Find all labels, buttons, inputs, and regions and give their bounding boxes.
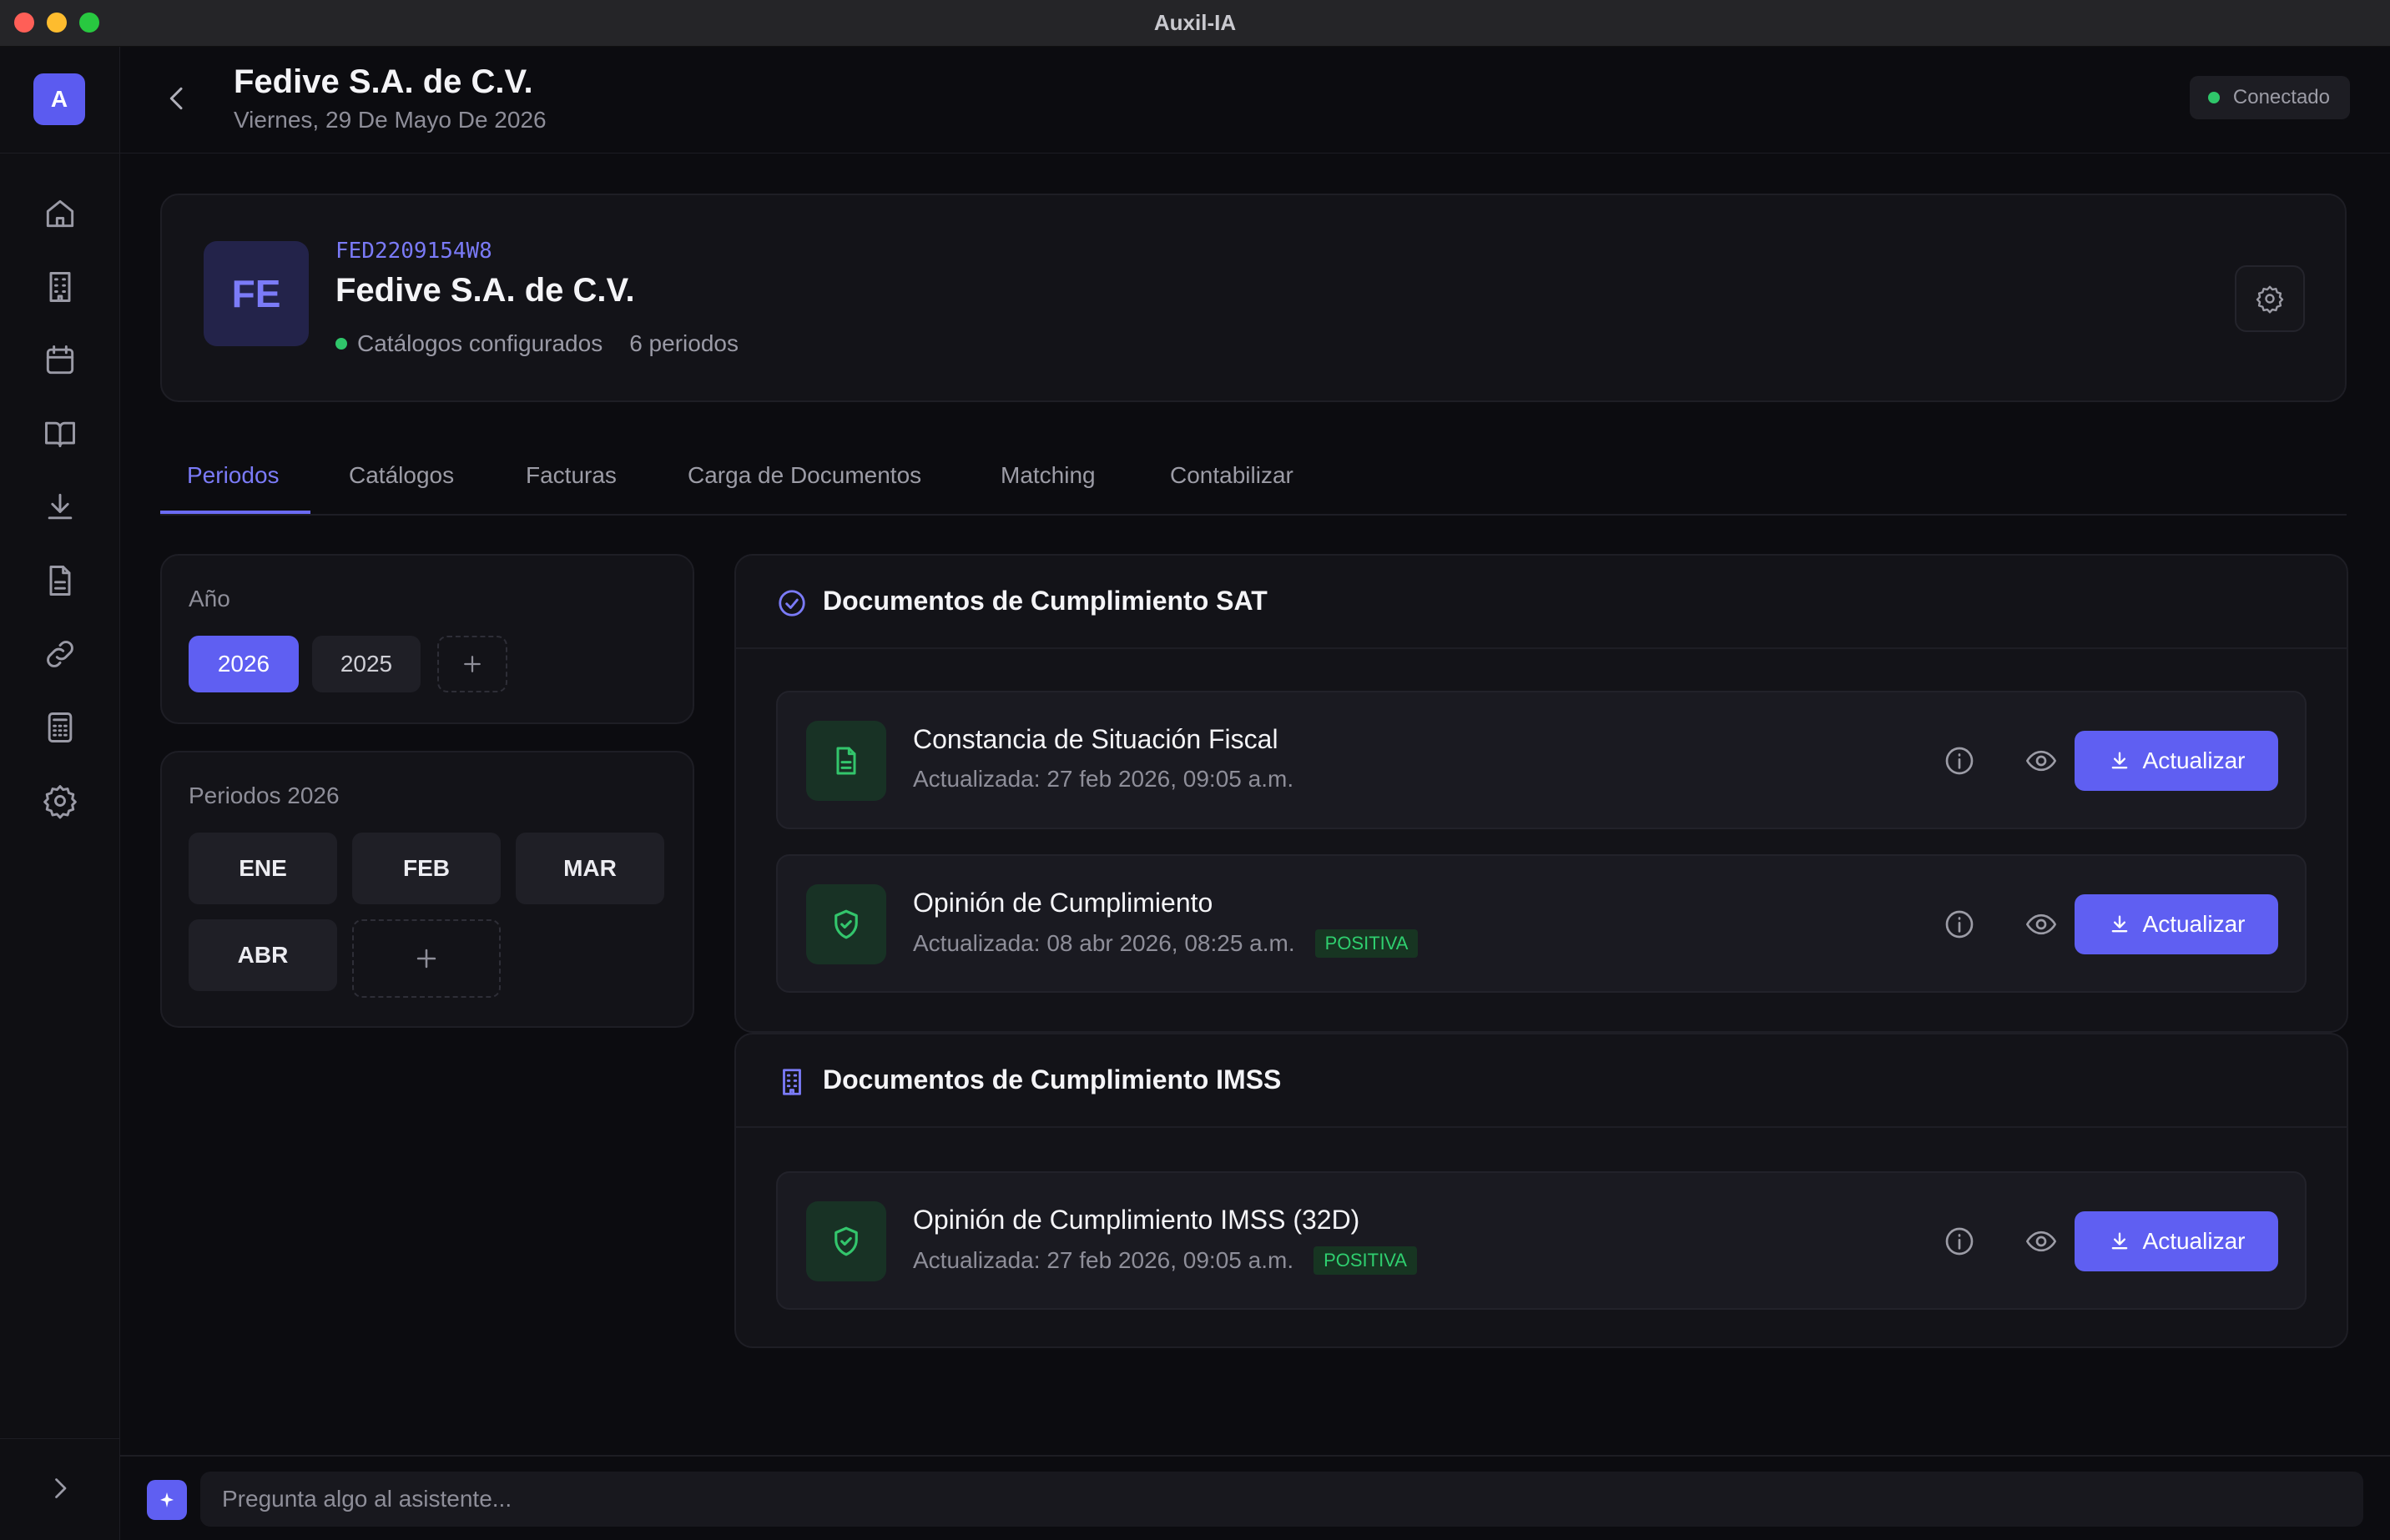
imss-compliance-section: Documentos de Cumplimiento IMSS Opinión …	[734, 1033, 2348, 1348]
document-row: Opinión de Cumplimiento Actualizada: 08 …	[776, 854, 2307, 993]
active-tab-indicator	[160, 511, 310, 514]
document-row: Constancia de Situación Fiscal Actualiza…	[776, 691, 2307, 829]
year-label: Año	[189, 586, 230, 611]
company-meta: Catálogos configurados 6 periodos	[335, 330, 739, 357]
year-card: Año 2026 2025	[160, 554, 694, 724]
eye-icon[interactable]	[2024, 908, 2058, 941]
update-button[interactable]: Actualizar	[2075, 1211, 2278, 1271]
sparkle-icon[interactable]	[147, 1480, 187, 1520]
calendar-icon[interactable]	[42, 342, 78, 379]
page-date: Viernes, 29 De Mayo De 2026	[234, 107, 547, 133]
building-icon	[776, 1066, 808, 1098]
page-header: Fedive S.A. de C.V. Viernes, 29 De Mayo …	[120, 47, 2390, 153]
section-header: Documentos de Cumplimiento SAT	[736, 556, 2347, 649]
document-row: Opinión de Cumplimiento IMSS (32D) Actua…	[776, 1171, 2307, 1310]
company-settings-button[interactable]	[2235, 265, 2305, 332]
catalog-status-dot	[335, 338, 347, 350]
status-badge: POSITIVA	[1314, 929, 1419, 958]
download-icon	[2111, 1232, 2127, 1250]
status-label: Conectado	[2232, 86, 2330, 108]
document-title: Constancia de Situación Fiscal	[913, 724, 1278, 754]
title-bar: Auxil-IA	[0, 0, 2390, 47]
chevron-left-icon[interactable]	[160, 82, 194, 115]
tab-periodos[interactable]: Periodos	[187, 462, 280, 489]
month-abr-button[interactable]: ABR	[189, 919, 337, 991]
periods-card: Periodos 2026 ENE FEB MAR ABR	[160, 751, 694, 1028]
plus-icon	[416, 949, 436, 969]
status-badge: POSITIVA	[1313, 1246, 1417, 1275]
month-feb-button[interactable]: FEB	[352, 833, 501, 904]
download-icon[interactable]	[42, 489, 78, 526]
assistant-chat-bar	[120, 1455, 2390, 1540]
home-icon[interactable]	[42, 195, 78, 232]
file-text-icon	[806, 721, 886, 801]
document-updated: Actualizada: 08 abr 2026, 08:25 a.m. POS…	[913, 929, 1419, 958]
month-ene-button[interactable]: ENE	[189, 833, 337, 904]
user-avatar[interactable]: A	[33, 73, 85, 125]
year-2025-button[interactable]: 2025	[312, 636, 421, 692]
update-button-label: Actualizar	[2142, 747, 2246, 773]
calculator-icon[interactable]	[42, 709, 78, 746]
section-header: Documentos de Cumplimiento IMSS	[736, 1034, 2347, 1128]
page-title: Fedive S.A. de C.V.	[234, 63, 533, 100]
update-button[interactable]: Actualizar	[2075, 894, 2278, 954]
month-mar-button[interactable]: MAR	[516, 833, 664, 904]
plus-icon	[464, 656, 481, 672]
connection-status-badge: Conectado	[2189, 76, 2350, 119]
download-icon	[2111, 915, 2127, 933]
company-avatar: FE	[204, 241, 309, 346]
shield-check-icon	[806, 1201, 886, 1281]
periods-label: Periodos 2026	[189, 783, 340, 808]
document-title: Opinión de Cumplimiento	[913, 888, 1213, 918]
window-title: Auxil-IA	[1153, 10, 1237, 35]
catalog-status: Catálogos configurados	[357, 330, 603, 356]
status-dot	[2207, 92, 2220, 103]
sidebar-divider	[0, 1438, 119, 1439]
add-year-button[interactable]	[437, 636, 507, 692]
company-card: FE FED2209154W8 Fedive S.A. de C.V. Catá…	[160, 194, 2347, 402]
check-circle-icon	[776, 587, 808, 619]
tab-facturas[interactable]: Facturas	[526, 462, 617, 489]
tab-catalogos[interactable]: Catálogos	[349, 462, 454, 489]
info-icon[interactable]	[1943, 908, 1976, 941]
gear-icon	[2256, 285, 2284, 314]
company-name: Fedive S.A. de C.V.	[335, 272, 635, 309]
document-updated-text: Actualizada: 27 feb 2026, 09:05 a.m.	[913, 1247, 1294, 1273]
document-updated-text: Actualizada: 08 abr 2026, 08:25 a.m.	[913, 930, 1295, 956]
document-updated-text: Actualizada: 27 feb 2026, 09:05 a.m.	[913, 766, 1294, 792]
document-updated: Actualizada: 27 feb 2026, 09:05 a.m.	[913, 766, 1293, 793]
link-icon[interactable]	[42, 636, 78, 672]
update-button[interactable]: Actualizar	[2075, 731, 2278, 791]
sidebar: A	[0, 47, 120, 1540]
document-title: Opinión de Cumplimiento IMSS (32D)	[913, 1205, 1360, 1235]
update-button-label: Actualizar	[2142, 1228, 2246, 1254]
shield-check-icon	[806, 884, 886, 964]
book-icon[interactable]	[42, 415, 78, 452]
tab-matching[interactable]: Matching	[1001, 462, 1096, 489]
building-icon[interactable]	[42, 269, 78, 305]
tab-carga-documentos[interactable]: Carga de Documentos	[688, 462, 921, 489]
info-icon[interactable]	[1943, 1225, 1976, 1258]
tab-contabilizar[interactable]: Contabilizar	[1170, 462, 1293, 489]
year-2026-button[interactable]: 2026	[189, 636, 299, 692]
settings-icon[interactable]	[42, 783, 78, 819]
chevron-right-icon[interactable]	[45, 1473, 75, 1503]
eye-icon[interactable]	[2024, 1225, 2058, 1258]
section-title: Documentos de Cumplimiento SAT	[823, 586, 1268, 616]
eye-icon[interactable]	[2024, 744, 2058, 778]
add-period-button[interactable]	[352, 919, 501, 998]
document-icon[interactable]	[42, 562, 78, 599]
section-title: Documentos de Cumplimiento IMSS	[823, 1064, 1282, 1095]
info-icon[interactable]	[1943, 744, 1976, 778]
assistant-input[interactable]	[200, 1472, 2363, 1527]
sat-compliance-section: Documentos de Cumplimiento SAT Constanci…	[734, 554, 2348, 1033]
update-button-label: Actualizar	[2142, 911, 2246, 937]
company-rfc: FED2209154W8	[335, 239, 492, 264]
periods-count: 6 periodos	[629, 330, 739, 356]
document-updated: Actualizada: 27 feb 2026, 09:05 a.m. POS…	[913, 1246, 1417, 1275]
tab-bar: Periodos Catálogos Facturas Carga de Doc…	[160, 450, 2347, 516]
download-icon	[2111, 752, 2127, 769]
